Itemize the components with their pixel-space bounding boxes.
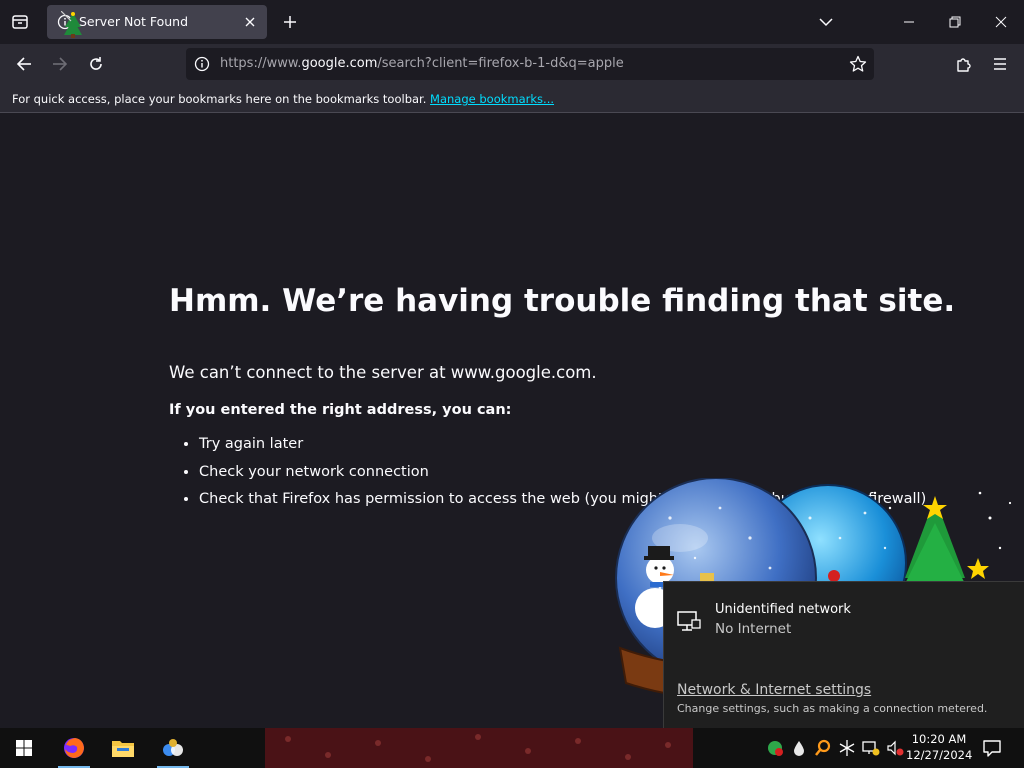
bookmarks-hint-text: For quick access, place your bookmarks h… xyxy=(12,92,427,106)
arrow-left-icon xyxy=(16,57,31,71)
arrow-right-icon xyxy=(53,57,68,71)
app-icon xyxy=(163,739,183,756)
ethernet-monitor-icon xyxy=(677,611,701,631)
network-flyout: Unidentified network No Internet Network… xyxy=(663,581,1024,729)
clock[interactable]: 10:20 AM 12/27/2024 xyxy=(906,731,972,763)
windows-logo-icon xyxy=(16,740,32,756)
close-window-button[interactable] xyxy=(978,0,1024,44)
url-host: google.com xyxy=(301,56,378,71)
firefox-icon xyxy=(64,738,84,758)
notification-center-icon[interactable] xyxy=(980,736,1004,760)
error-title: Hmm. We’re having trouble finding that s… xyxy=(169,283,956,319)
back-button[interactable] xyxy=(8,48,40,80)
clock-time: 10:20 AM xyxy=(911,732,967,746)
bookmark-star-button[interactable] xyxy=(848,54,868,74)
list-all-tabs-button[interactable] xyxy=(810,6,842,38)
forward-button[interactable] xyxy=(44,48,76,80)
minimize-icon xyxy=(904,21,914,23)
star-icon xyxy=(849,55,867,72)
firefox-view-icon xyxy=(12,15,28,29)
taskbar-app-button[interactable] xyxy=(151,728,195,768)
tab-close-button[interactable] xyxy=(241,13,259,31)
start-button[interactable] xyxy=(2,728,46,768)
error-description: We can’t connect to the server at www.go… xyxy=(169,363,597,382)
list-item: Try again later xyxy=(199,436,926,464)
clock-date: 12/27/2024 xyxy=(906,748,973,762)
restore-icon xyxy=(949,16,961,28)
network-name[interactable]: Unidentified network xyxy=(715,602,851,617)
bookmarks-hint: For quick access, place your bookmarks h… xyxy=(12,92,554,106)
water-drop-icon[interactable] xyxy=(790,739,808,757)
error-subtitle: If you entered the right address, you ca… xyxy=(169,402,512,418)
new-tab-button[interactable] xyxy=(274,6,306,38)
tab-title: Server Not Found xyxy=(79,14,189,29)
network-settings-link[interactable]: Network & Internet settings xyxy=(677,682,871,698)
chevron-down-icon xyxy=(819,18,833,27)
system-tray: 10:20 AM 12/27/2024 xyxy=(760,728,1024,768)
folder-icon xyxy=(112,741,134,757)
tab-strip: Server Not Found xyxy=(0,0,1024,44)
site-info-icon[interactable] xyxy=(194,56,210,72)
search-tool-icon[interactable] xyxy=(814,739,832,757)
extensions-button[interactable] xyxy=(948,48,980,80)
plus-icon xyxy=(284,16,296,28)
url-text[interactable]: https://www.google.com/search?client=fir… xyxy=(220,56,624,71)
close-icon xyxy=(995,16,1007,28)
url-prefix: https://www. xyxy=(220,56,302,71)
network-settings-hint: Change settings, such as making a connec… xyxy=(677,702,988,715)
manage-bookmarks-link[interactable]: Manage bookmarks... xyxy=(430,92,554,106)
reload-icon xyxy=(90,57,102,70)
network-no-internet-icon[interactable] xyxy=(862,739,880,757)
taskbar-firefox-button[interactable] xyxy=(52,728,96,768)
taskbar-file-explorer-button[interactable] xyxy=(101,728,145,768)
taskbar: 10:20 AM 12/27/2024 xyxy=(0,728,1024,768)
bookmarks-toolbar: For quick access, place your bookmarks h… xyxy=(0,84,1024,113)
address-bar[interactable]: https://www.google.com/search?client=fir… xyxy=(186,48,874,80)
wallpaper-strip xyxy=(265,728,693,768)
hamburger-menu-icon xyxy=(994,58,1006,70)
reload-button[interactable] xyxy=(80,48,112,80)
close-icon xyxy=(245,17,255,27)
puzzle-piece-icon xyxy=(957,58,971,72)
volume-muted-icon[interactable] xyxy=(886,739,904,757)
restore-button[interactable] xyxy=(932,0,978,44)
firefox-view-button[interactable] xyxy=(4,6,36,38)
snowflake-icon[interactable] xyxy=(838,739,856,757)
network-status: No Internet xyxy=(715,621,792,637)
url-path: /search?client=firefox-b-1-d&q=apple xyxy=(377,56,624,71)
tab-server-not-found[interactable]: Server Not Found xyxy=(47,5,267,39)
app-menu-button[interactable] xyxy=(984,48,1016,80)
navigation-toolbar: https://www.google.com/search?client=fir… xyxy=(0,44,1024,84)
minimize-button[interactable] xyxy=(886,0,932,44)
tray-app-icon[interactable] xyxy=(766,739,784,757)
